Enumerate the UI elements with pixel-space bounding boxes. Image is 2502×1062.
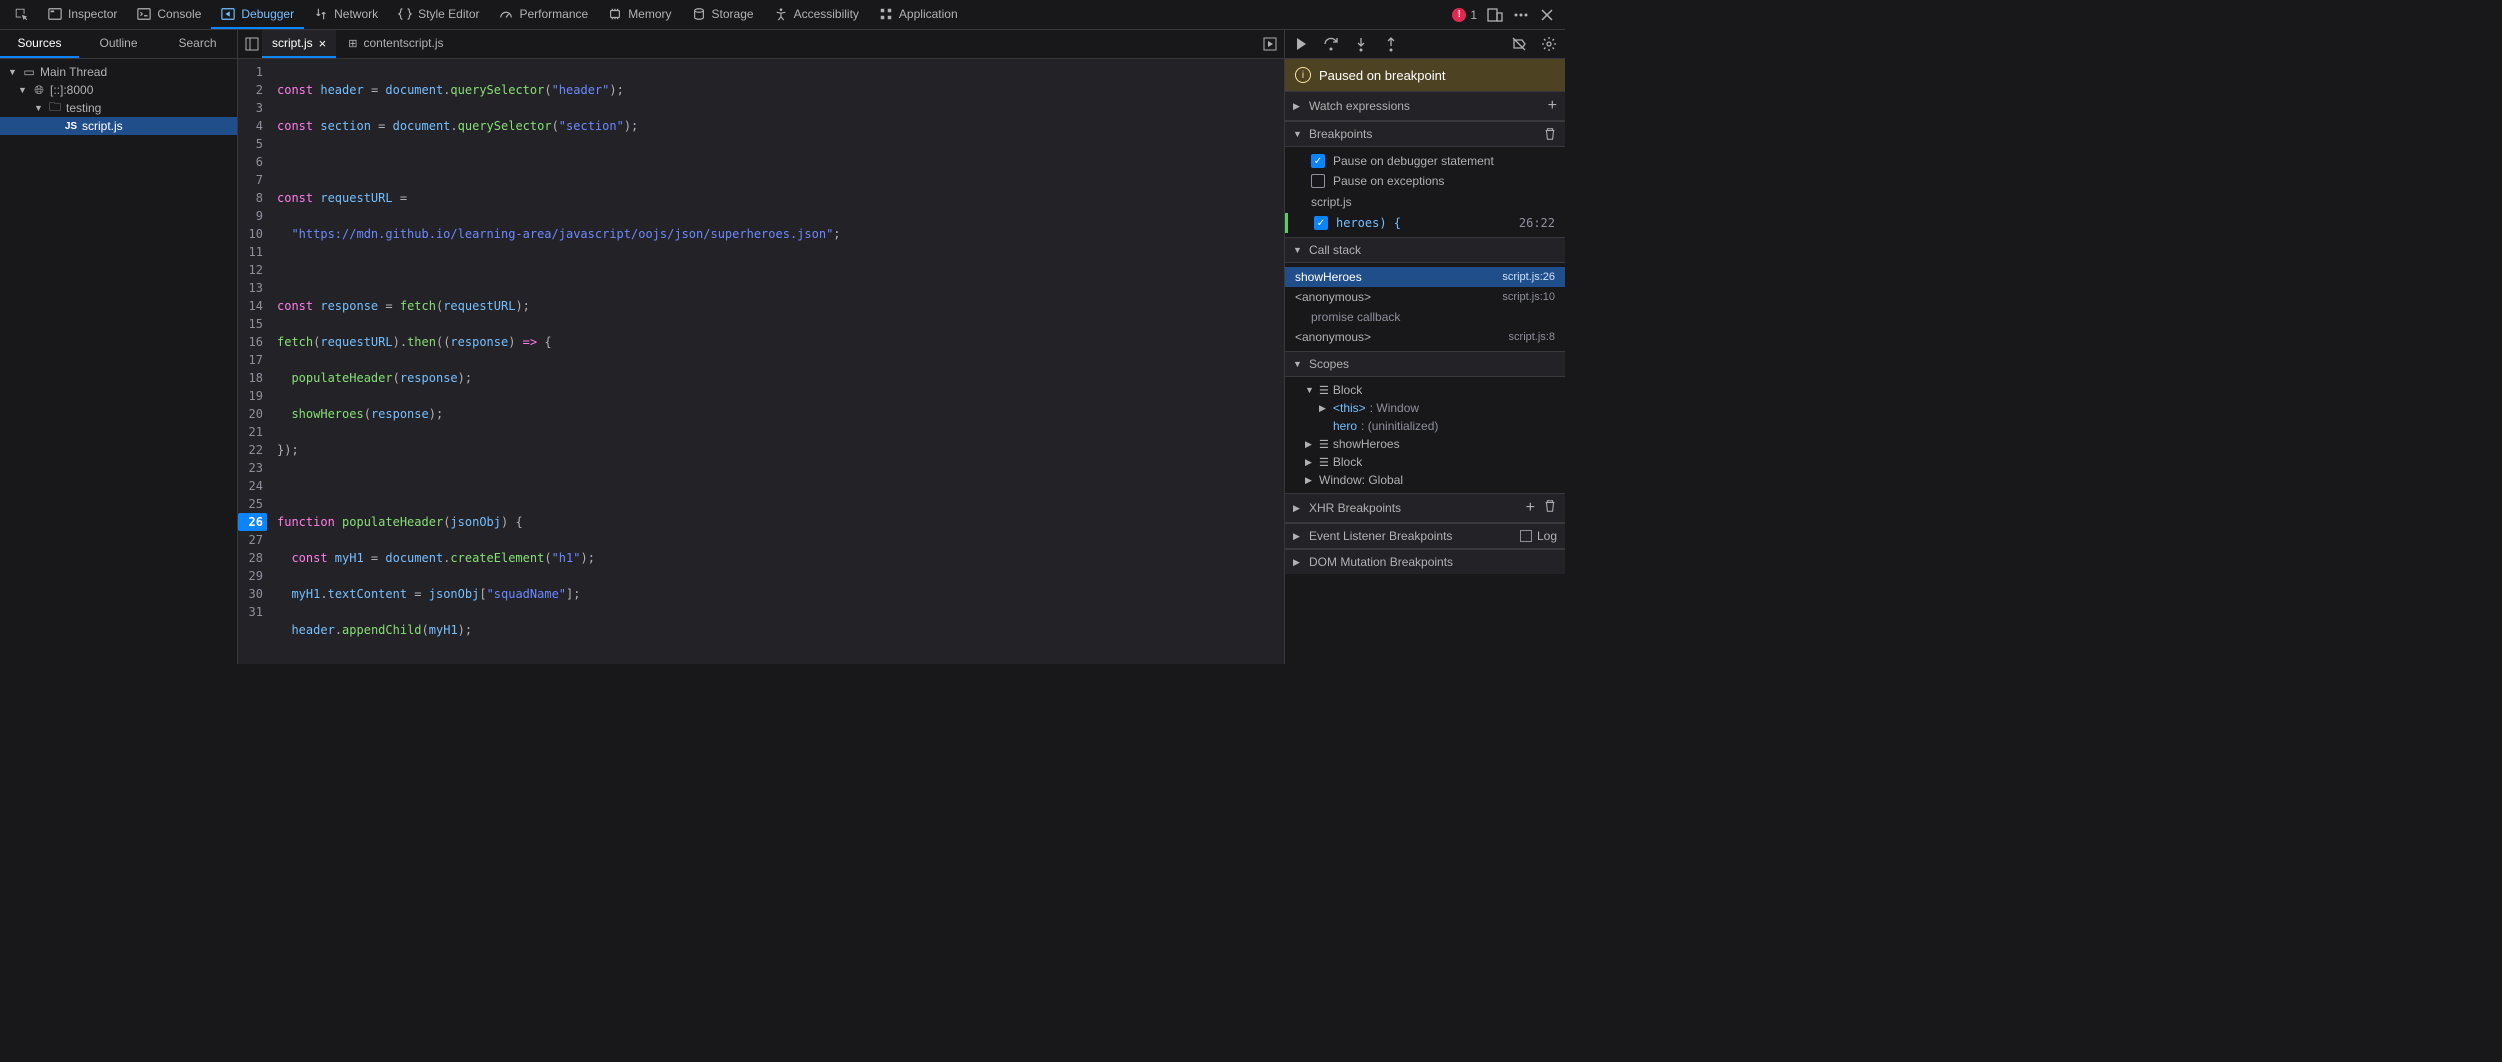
tab-label: Storage	[712, 7, 754, 21]
info-icon: i	[1295, 67, 1311, 83]
sources-panel: Sources Outline Search ▼▭Main Thread ▼🌐︎…	[0, 30, 238, 664]
tab-label: Application	[899, 7, 958, 21]
scope-block[interactable]: ▼☰Block	[1285, 381, 1565, 399]
error-icon: !	[1452, 8, 1466, 22]
tab-outline[interactable]: Outline	[79, 30, 158, 58]
tab-search[interactable]: Search	[158, 30, 237, 58]
js-icon: JS	[64, 121, 78, 132]
folder-icon: 🗀︎	[48, 98, 62, 119]
scope-block[interactable]: ▶☰Block	[1285, 453, 1565, 471]
callstack-group: promise callback	[1285, 307, 1565, 327]
callstack-frame[interactable]: <anonymous>script.js:10	[1285, 287, 1565, 307]
tab-debugger[interactable]: Debugger	[211, 0, 304, 29]
file-tab-active[interactable]: script.js×	[262, 30, 336, 58]
responsive-mode-icon[interactable]	[1487, 7, 1503, 23]
checkbox-icon[interactable]	[1311, 174, 1325, 188]
editor-panel: script.js× ⊞contentscript.js 12345678910…	[238, 30, 1285, 664]
outline-toggle-icon[interactable]	[244, 36, 260, 52]
paused-text: Paused on breakpoint	[1319, 68, 1445, 83]
code-editor[interactable]: const header = document.querySelector("h…	[271, 59, 1284, 664]
tab-network[interactable]: Network	[304, 0, 388, 29]
tab-label: Accessibility	[794, 7, 859, 21]
paused-banner: i Paused on breakpoint	[1285, 59, 1565, 91]
section-scopes[interactable]: ▼Scopes	[1285, 351, 1565, 377]
tab-inspector[interactable]: Inspector	[38, 0, 127, 29]
section-event-listener[interactable]: ▶Event Listener BreakpointsLog	[1285, 523, 1565, 549]
more-icon[interactable]	[1513, 7, 1529, 23]
tab-storage[interactable]: Storage	[682, 0, 764, 29]
step-over-icon[interactable]	[1323, 36, 1339, 52]
tab-console[interactable]: Console	[127, 0, 211, 29]
run-to-icon[interactable]	[1262, 36, 1278, 52]
checkbox-icon[interactable]: ✓	[1314, 216, 1328, 230]
section-dom-mutation[interactable]: ▶DOM Mutation Breakpoints	[1285, 549, 1565, 574]
step-out-icon[interactable]	[1383, 36, 1399, 52]
breakpoint-file: script.js	[1285, 191, 1565, 213]
globe-icon: 🌐︎	[32, 83, 46, 98]
tab-label: Console	[157, 7, 201, 21]
tab-accessibility[interactable]: Accessibility	[764, 0, 869, 29]
section-breakpoints[interactable]: ▼Breakpoints	[1285, 121, 1565, 147]
resume-icon[interactable]	[1293, 36, 1309, 52]
checkbox-icon[interactable]: ✓	[1311, 154, 1325, 168]
tab-memory[interactable]: Memory	[598, 0, 681, 29]
tab-style-editor[interactable]: Style Editor	[388, 0, 489, 29]
callstack-frame[interactable]: <anonymous>script.js:8	[1285, 327, 1565, 347]
breakpoint-item[interactable]: ✓heroes) {26:22	[1285, 213, 1565, 233]
pause-debugger-stmt[interactable]: ✓Pause on debugger statement	[1285, 151, 1565, 171]
add-icon[interactable]: +	[1548, 97, 1557, 115]
scope-window[interactable]: ▶Window: Global	[1285, 471, 1565, 489]
section-watch[interactable]: ▶Watch expressions+	[1285, 91, 1565, 121]
trash-icon[interactable]	[1543, 499, 1557, 513]
debugger-sidebar: i Paused on breakpoint ▶Watch expression…	[1285, 30, 1565, 664]
scope-var[interactable]: ▶<this>: Window	[1285, 399, 1565, 417]
tree-host[interactable]: ▼🌐︎[::]:8000	[0, 81, 237, 99]
settings-icon[interactable]	[1541, 36, 1557, 52]
close-icon[interactable]: ×	[319, 36, 327, 51]
window-icon: ▭	[22, 65, 36, 79]
step-in-icon[interactable]	[1353, 36, 1369, 52]
close-icon[interactable]	[1539, 7, 1555, 23]
tab-label: Performance	[519, 7, 588, 21]
tab-sources[interactable]: Sources	[0, 30, 79, 58]
tab-label: Memory	[628, 7, 671, 21]
tab-label: Inspector	[68, 7, 117, 21]
trash-icon[interactable]	[1543, 127, 1557, 141]
devtools-toolbar: Inspector Console Debugger Network Style…	[0, 0, 1565, 30]
tab-application[interactable]: Application	[869, 0, 968, 29]
scope-var[interactable]: hero: (uninitialized)	[1285, 417, 1565, 435]
error-number: 1	[1470, 8, 1477, 22]
tab-label: Debugger	[241, 7, 294, 21]
tab-label: Network	[334, 7, 378, 21]
line-gutter[interactable]: 1234567891011121314151617181920212223242…	[238, 59, 271, 664]
add-icon[interactable]: +	[1526, 499, 1535, 517]
deactivate-breakpoints-icon[interactable]	[1511, 36, 1527, 52]
tree-thread[interactable]: ▼▭Main Thread	[0, 63, 237, 81]
pause-exceptions[interactable]: Pause on exceptions	[1285, 171, 1565, 191]
file-tab[interactable]: ⊞contentscript.js	[338, 30, 453, 58]
pick-element-button[interactable]	[4, 0, 38, 29]
tab-performance[interactable]: Performance	[489, 0, 598, 29]
scope-block[interactable]: ▶☰showHeroes	[1285, 435, 1565, 453]
extension-icon: ⊞	[348, 37, 357, 50]
tab-label: Style Editor	[418, 7, 479, 21]
callstack-frame[interactable]: showHeroesscript.js:26	[1285, 267, 1565, 287]
section-xhr[interactable]: ▶XHR Breakpoints+	[1285, 493, 1565, 523]
error-count[interactable]: !1	[1452, 8, 1477, 22]
tree-file[interactable]: JSscript.js	[0, 117, 237, 135]
tree-folder[interactable]: ▼🗀︎testing	[0, 99, 237, 117]
log-toggle[interactable]: Log	[1520, 529, 1557, 543]
section-callstack[interactable]: ▼Call stack	[1285, 237, 1565, 263]
